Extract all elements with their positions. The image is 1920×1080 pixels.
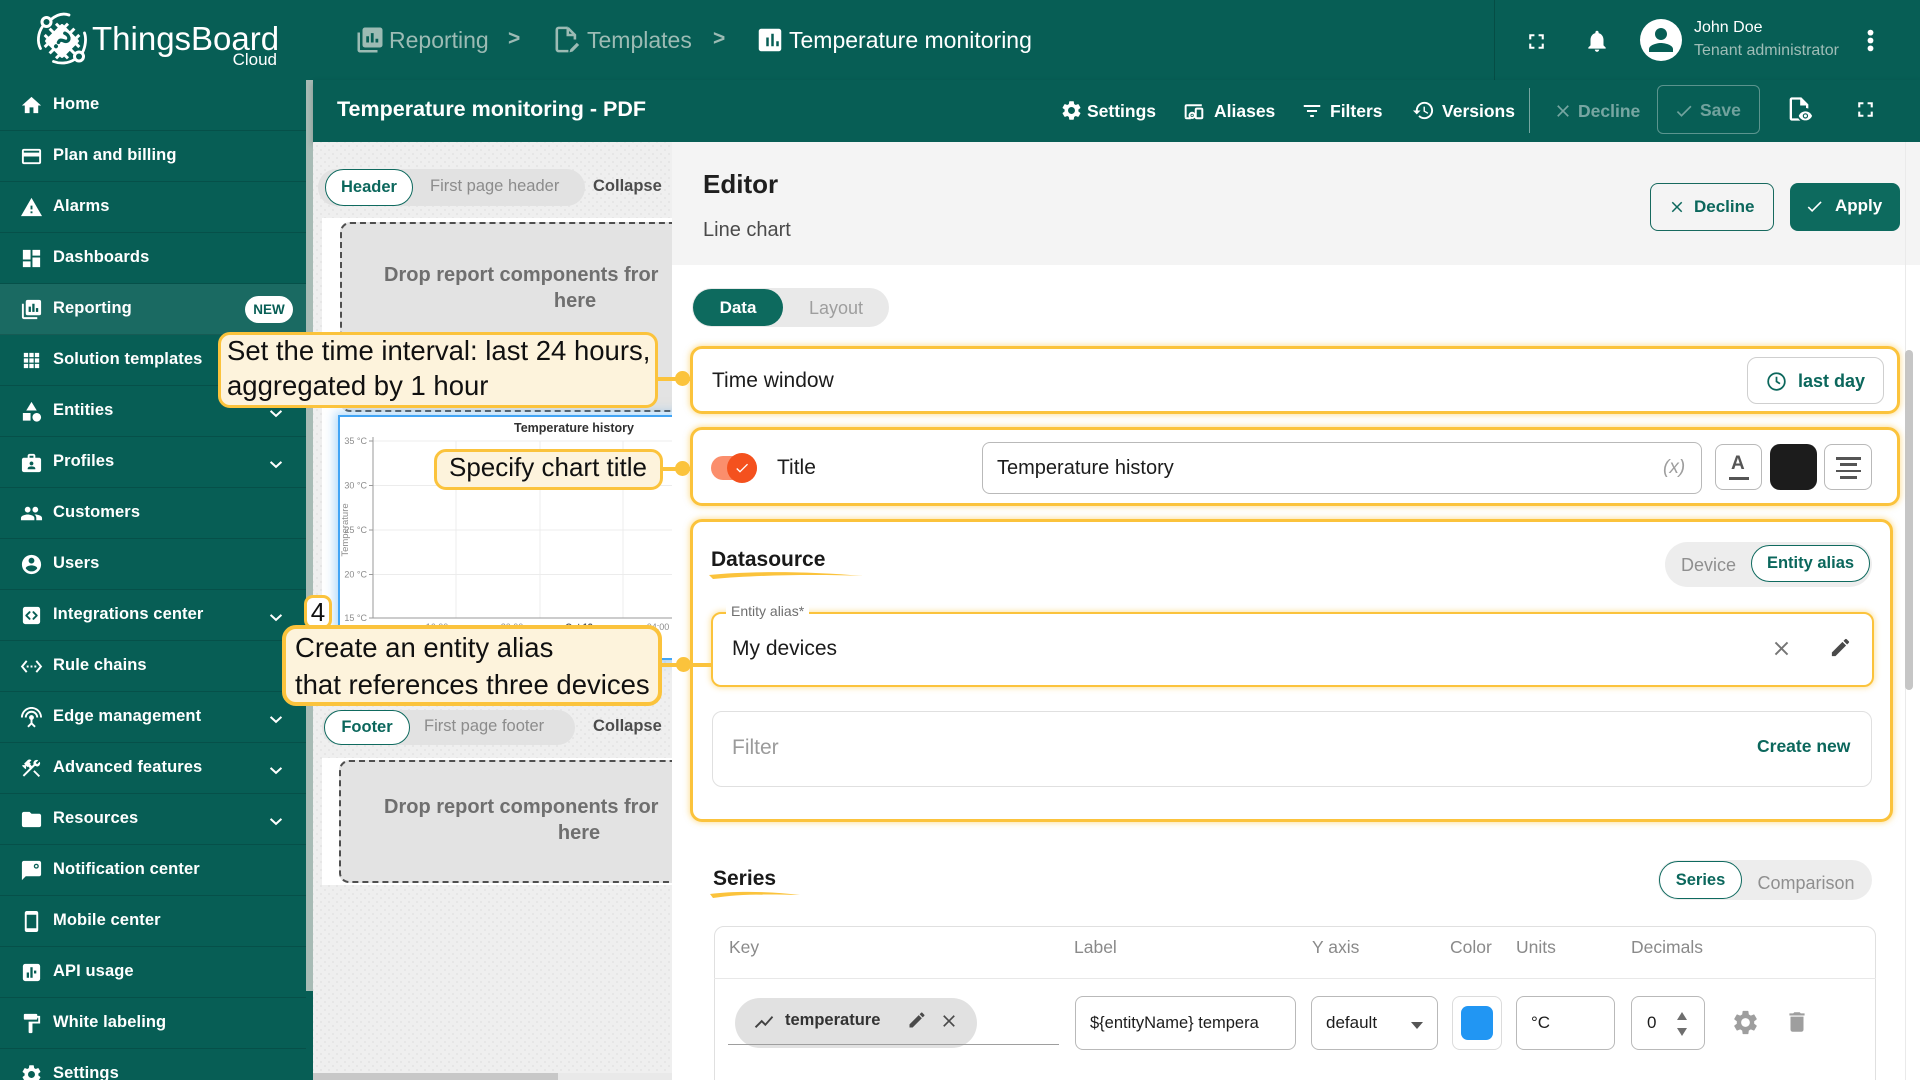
svg-text:Temperature: Temperature xyxy=(340,503,351,556)
svg-text:15 °C: 15 °C xyxy=(344,613,367,623)
svg-text:04:00: 04:00 xyxy=(647,622,670,632)
svg-text:20 °C: 20 °C xyxy=(344,570,367,580)
svg-text:20:00: 20:00 xyxy=(501,622,524,632)
svg-text:16:00: 16:00 xyxy=(426,622,449,632)
svg-text:30 °C: 30 °C xyxy=(344,481,367,491)
svg-text:Temperature history: Temperature history xyxy=(514,421,634,435)
svg-text:Oct 13: Oct 13 xyxy=(565,622,593,632)
svg-text:35 °C: 35 °C xyxy=(344,436,367,446)
